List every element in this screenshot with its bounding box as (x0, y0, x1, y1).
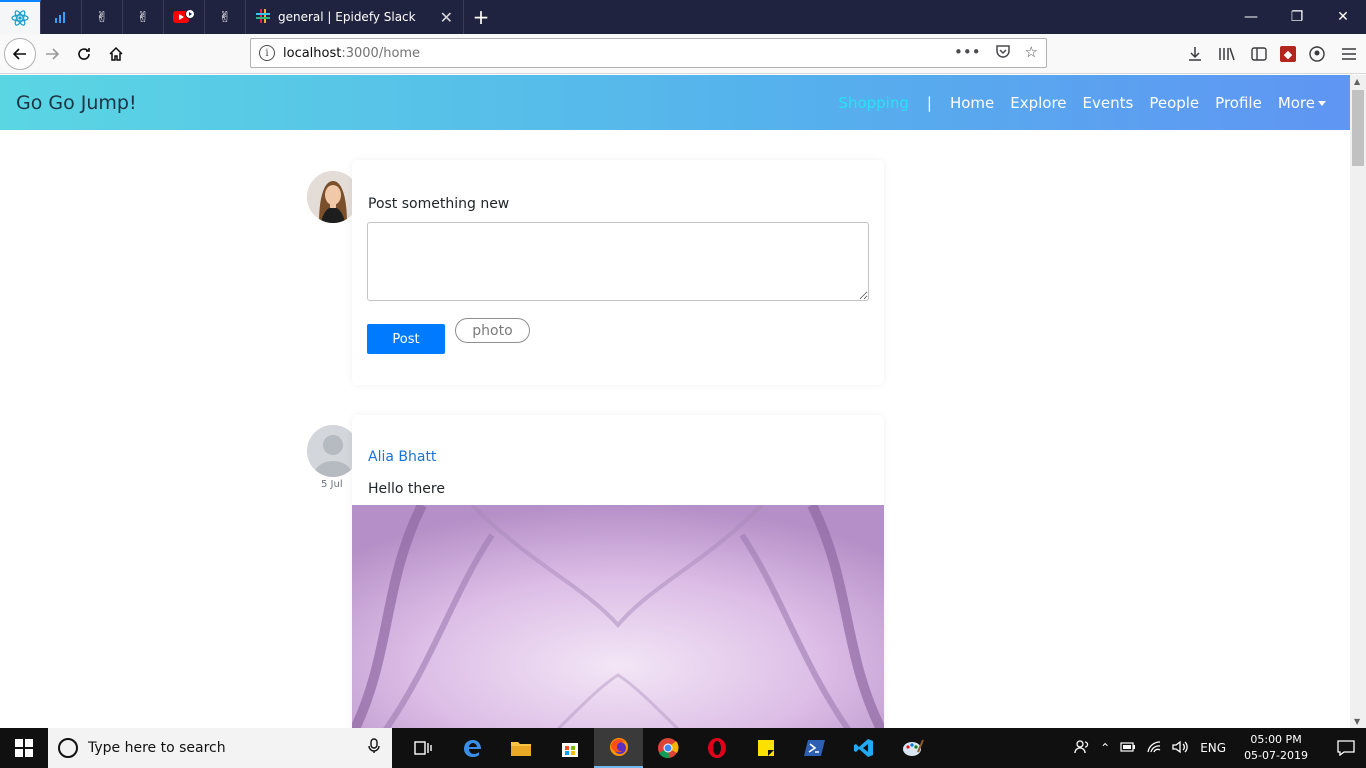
nav-profile[interactable]: Profile (1215, 94, 1262, 112)
compose-label: Post something new (368, 196, 510, 212)
compose-card: Post something new Post photo (352, 160, 884, 385)
file-explorer-icon[interactable] (496, 728, 545, 768)
forward-button[interactable] (36, 38, 68, 70)
reload-button[interactable] (68, 38, 100, 70)
nav-separator: | (926, 93, 932, 112)
library-icon[interactable] (1216, 43, 1238, 65)
nav-more-label: More (1277, 93, 1315, 112)
page-scrollbar[interactable]: ▲ ▼ (1350, 75, 1366, 728)
account-icon[interactable] (1306, 43, 1328, 65)
restore-button[interactable]: ❐ (1274, 0, 1320, 34)
page-viewport: Go Go Jump! Shopping | Home Explore Even… (0, 75, 1350, 728)
task-view-icon[interactable] (398, 728, 447, 768)
post-text: Hello there (368, 481, 445, 497)
edge-icon[interactable] (447, 728, 496, 768)
clock-date: 05-07-2019 (1244, 749, 1308, 762)
menu-icon[interactable] (1338, 43, 1360, 65)
store-icon[interactable] (545, 728, 594, 768)
scroll-down-icon[interactable]: ▼ (1354, 717, 1360, 726)
photo-button[interactable]: photo (455, 318, 530, 343)
nav-people[interactable]: People (1149, 94, 1199, 112)
page-actions-icon[interactable]: ••• (954, 43, 981, 63)
clock-time: 05:00 PM (1250, 733, 1302, 746)
scroll-up-icon[interactable]: ▲ (1354, 77, 1360, 86)
nav-home[interactable]: Home (950, 94, 994, 112)
post-date: 5 Jul (321, 479, 343, 490)
people-icon[interactable] (1074, 739, 1090, 758)
tab-epidefy-slack[interactable]: general | Epidefy Slack ✕ (246, 0, 464, 34)
extension-icon[interactable]: ◆ (1280, 46, 1296, 62)
sidebar-icon[interactable] (1248, 43, 1270, 65)
microphone-icon[interactable] (368, 738, 380, 758)
post-author-link[interactable]: Alia Bhatt (368, 449, 436, 465)
language-indicator[interactable]: ENG (1200, 741, 1226, 755)
nav-explore[interactable]: Explore (1010, 94, 1066, 112)
browser-toolbar: i localhost:3000/home ••• ☆ ◆ (0, 34, 1366, 74)
paint-icon[interactable] (888, 728, 937, 768)
nav-events[interactable]: Events (1083, 94, 1134, 112)
post-image[interactable] (352, 505, 884, 728)
search-placeholder: Type here to search (88, 740, 226, 756)
cortana-icon (58, 738, 78, 758)
reload-icon (78, 47, 90, 60)
close-window-button[interactable]: ✕ (1320, 0, 1366, 34)
tab-title: general | Epidefy Slack (278, 10, 416, 24)
pocket-icon[interactable] (995, 43, 1011, 63)
info-icon[interactable]: i (259, 45, 275, 61)
sticky-notes-icon[interactable] (741, 728, 790, 768)
toolbar-right: ◆ (1184, 38, 1360, 70)
nav-more-dropdown[interactable]: More (1278, 94, 1326, 112)
url-path: :3000/home (341, 45, 421, 61)
brand-logo[interactable]: Go Go Jump! (16, 92, 137, 114)
url-host: localhost (283, 45, 342, 61)
taskbar-apps (398, 728, 937, 768)
system-clock[interactable]: 05:00 PM 05-07-2019 (1244, 732, 1308, 764)
home-button[interactable] (100, 38, 132, 70)
tab-close-icon[interactable]: ✕ (440, 8, 453, 27)
download-icon[interactable] (1184, 43, 1206, 65)
pinned-tab-react-icon[interactable] (0, 0, 41, 34)
arrow-left-icon (12, 47, 26, 60)
notification-center-icon[interactable] (1326, 740, 1366, 756)
feed-post-card: Alia Bhatt Hello there (352, 415, 884, 728)
start-button[interactable] (0, 728, 48, 768)
home-icon (109, 46, 123, 61)
slack-icon (256, 8, 270, 26)
pinned-tab-peace-hand-icon[interactable]: ✌ (123, 0, 164, 34)
address-bar[interactable]: i localhost:3000/home ••• ☆ (250, 38, 1047, 68)
windows-taskbar: Type here to search ⌃ ENG 05:00 PM 05-07… (0, 728, 1366, 768)
opera-icon[interactable] (692, 728, 741, 768)
vscode-icon[interactable] (839, 728, 888, 768)
arrow-right-icon (46, 47, 60, 60)
pinned-tab-analytics-icon[interactable] (41, 0, 82, 34)
app-header: Go Go Jump! Shopping | Home Explore Even… (0, 75, 1350, 130)
battery-icon[interactable] (1120, 741, 1136, 756)
new-tab-button[interactable]: + (464, 0, 498, 34)
window-controls: — ❐ ✕ (1228, 0, 1366, 34)
volume-icon[interactable] (1172, 740, 1190, 757)
post-button[interactable]: Post (367, 324, 445, 354)
minimize-button[interactable]: — (1228, 0, 1274, 34)
post-textarea[interactable] (367, 222, 869, 301)
chevron-up-icon[interactable]: ⌃ (1100, 741, 1110, 755)
bookmark-star-icon[interactable]: ☆ (1025, 43, 1038, 63)
scrollbar-thumb[interactable] (1352, 90, 1364, 166)
system-tray: ⌃ ENG 05:00 PM 05-07-2019 (1074, 728, 1366, 768)
back-button[interactable] (4, 37, 36, 70)
pinned-tab-peace-hand-icon[interactable]: ✌ (82, 0, 123, 34)
chrome-icon[interactable] (643, 728, 692, 768)
caret-down-icon (1318, 100, 1326, 106)
pinned-tab-youtube-icon[interactable] (164, 0, 205, 34)
taskbar-search[interactable]: Type here to search (48, 728, 392, 768)
pinned-tab-peace-hand-icon[interactable]: ✌ (205, 0, 246, 34)
powershell-icon[interactable] (790, 728, 839, 768)
windows-logo-icon (15, 739, 33, 757)
browser-tab-strip: ✌ ✌ ✌ general | Epidefy Slack ✕ + — ❐ ✕ (0, 0, 1366, 34)
nav-shopping[interactable]: Shopping (838, 94, 908, 112)
wifi-icon[interactable] (1146, 740, 1162, 757)
main-nav: Shopping | Home Explore Events People Pr… (838, 94, 1326, 112)
firefox-icon[interactable] (594, 728, 643, 768)
